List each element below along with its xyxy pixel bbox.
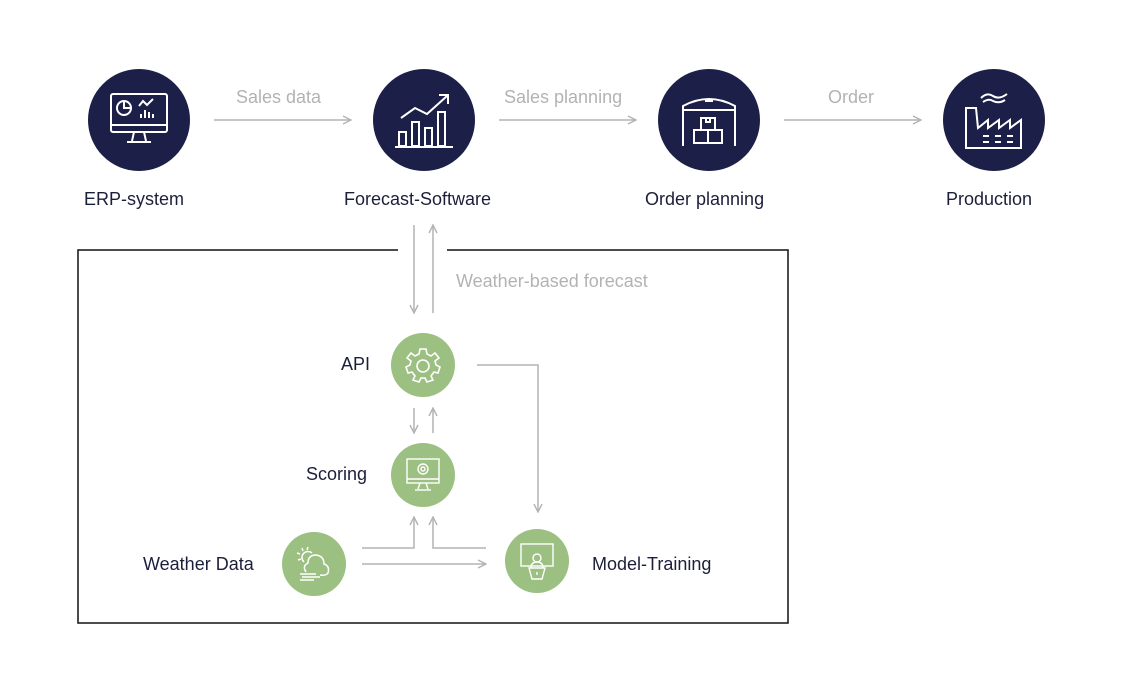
monitor-dashboard-icon	[110, 93, 168, 143]
node-label-forecast-software: Forecast-Software	[344, 189, 492, 209]
warehouse-boxes-icon	[682, 98, 736, 146]
node-forecast-software	[373, 69, 475, 171]
node-scoring	[391, 443, 455, 507]
node-api	[391, 333, 455, 397]
node-model-training	[505, 529, 569, 593]
edge-label-sales-data: Sales data	[236, 87, 322, 107]
gear-icon	[405, 348, 441, 383]
arrow-weather-to-scoring	[362, 517, 414, 549]
node-erp-system	[88, 69, 190, 171]
arrow-api-to-model-training	[477, 364, 538, 512]
node-production	[943, 69, 1045, 171]
edge-label-order: Order	[828, 87, 875, 107]
presentation-trainer-icon	[520, 543, 554, 580]
bar-chart-trend-icon	[395, 94, 453, 148]
node-weather-data	[282, 532, 346, 596]
edge-label-sales-planning: Sales planning	[504, 87, 623, 107]
arrow-model-training-to-scoring	[433, 517, 486, 549]
sun-cloud-wind-icon	[296, 546, 330, 581]
node-label-model-training: Model-Training	[592, 554, 712, 574]
node-order-planning	[658, 69, 760, 171]
node-label-api: API	[341, 354, 371, 374]
node-label-weather-data: Weather Data	[143, 554, 254, 574]
factory-icon	[965, 93, 1022, 149]
edge-label-weather-based-forecast: Weather-based forecast	[456, 271, 648, 291]
node-label-erp-system: ERP-system	[84, 189, 185, 209]
node-label-order-planning: Order planning	[645, 189, 765, 209]
node-label-production: Production	[946, 189, 1033, 209]
monitor-gear-icon	[406, 458, 440, 491]
node-label-scoring: Scoring	[306, 464, 368, 484]
